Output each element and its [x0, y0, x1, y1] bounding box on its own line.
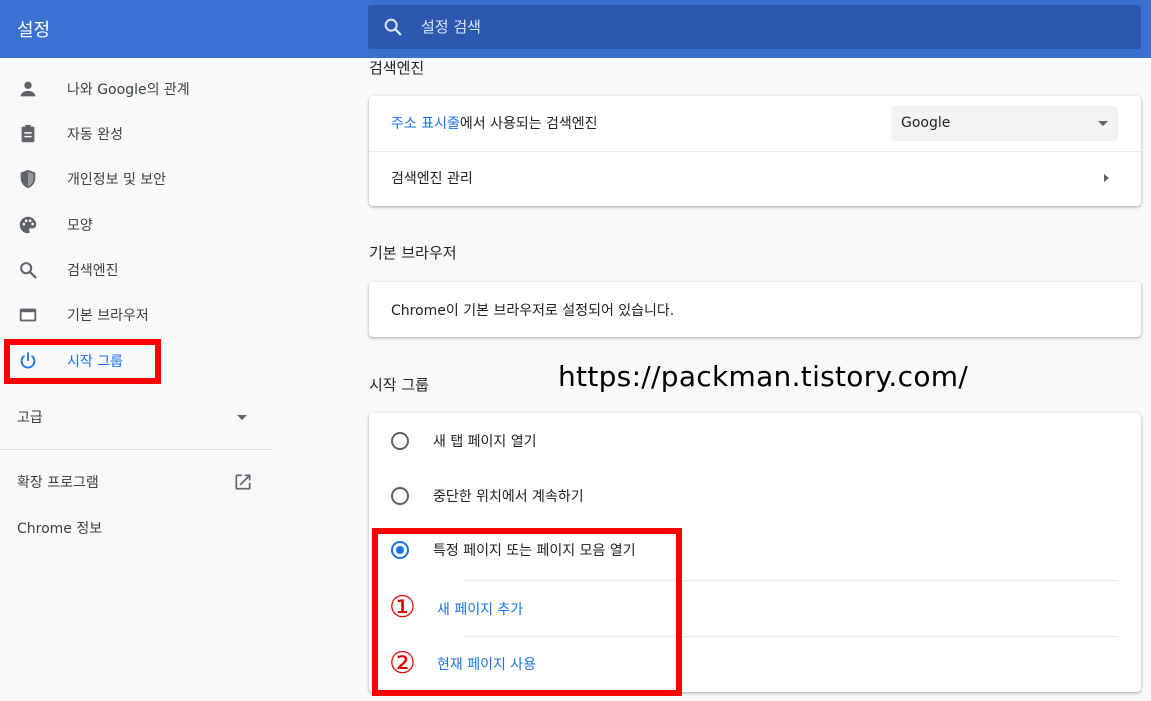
- manage-search-engines-label: 검색엔진 관리: [391, 171, 473, 187]
- top-app-bar: 설정 설정 검색: [0, 0, 1151, 58]
- person-icon: [17, 78, 39, 100]
- sidebar-item-label: 기본 브라우저: [67, 308, 149, 324]
- chevron-right-icon: [1104, 174, 1109, 182]
- sidebar-item-privacy[interactable]: 개인정보 및 보안: [0, 157, 273, 201]
- sidebar-item-label: 나와 Google의 관계: [67, 82, 190, 98]
- sidebar-advanced[interactable]: 고급: [17, 407, 43, 427]
- search-icon: [17, 259, 39, 281]
- browser-window-icon: [17, 304, 39, 326]
- section-title-search-engine: 검색엔진: [369, 59, 425, 77]
- search-icon: [384, 18, 402, 36]
- radio-label-new-tab[interactable]: 새 탭 페이지 열기: [433, 431, 537, 451]
- manage-search-engines-row[interactable]: 검색엔진 관리: [369, 151, 1141, 206]
- chevron-down-icon[interactable]: [237, 415, 247, 420]
- sidebar: 나와 Google의 관계 자동 완성 개인정보 및 보안 모양 검색엔진 기본…: [0, 58, 273, 701]
- default-browser-status: Chrome이 기본 브라우저로 설정되어 있습니다.: [391, 303, 675, 319]
- sidebar-item-search-engine[interactable]: 검색엔진: [0, 248, 273, 292]
- highlight-box-startup-nav: [4, 339, 161, 384]
- settings-search-box[interactable]: 설정 검색: [368, 5, 1141, 49]
- sidebar-item-label: 개인정보 및 보안: [67, 172, 167, 188]
- sidebar-extensions[interactable]: 확장 프로그램: [17, 472, 99, 492]
- palette-icon: [17, 214, 39, 236]
- sidebar-item-label: 모양: [67, 218, 93, 234]
- app-title: 설정: [17, 20, 51, 41]
- sidebar-about-chrome[interactable]: Chrome 정보: [17, 518, 102, 538]
- sidebar-item-you-and-google[interactable]: 나와 Google의 관계: [0, 67, 273, 111]
- sidebar-divider: [0, 449, 273, 450]
- sidebar-item-default-browser[interactable]: 기본 브라우저: [0, 293, 273, 337]
- section-title-on-startup: 시작 그룹: [369, 376, 429, 394]
- shield-icon: [17, 168, 39, 190]
- sidebar-item-appearance[interactable]: 모양: [0, 203, 273, 247]
- search-input[interactable]: 설정 검색: [421, 16, 481, 37]
- radio-label-continue[interactable]: 중단한 위치에서 계속하기: [433, 486, 584, 506]
- clipboard-icon: [17, 123, 39, 145]
- sidebar-item-label: 검색엔진: [67, 263, 119, 279]
- default-browser-card: Chrome이 기본 브라우저로 설정되어 있습니다.: [369, 282, 1141, 337]
- sidebar-item-autofill[interactable]: 자동 완성: [0, 112, 273, 156]
- open-in-new-icon[interactable]: [233, 472, 253, 492]
- dropdown-arrow-icon: [1098, 121, 1108, 126]
- address-bar-search-row: 주소 표시줄에서 사용되는 검색엔진 Google: [369, 96, 1141, 151]
- search-engine-select[interactable]: Google: [891, 106, 1118, 141]
- watermark-url: https://packman.tistory.com/: [558, 360, 969, 393]
- address-bar-search-label: 주소 표시줄에서 사용되는 검색엔진: [391, 113, 598, 133]
- search-engine-card: 주소 표시줄에서 사용되는 검색엔진 Google 검색엔진 관리: [369, 96, 1141, 206]
- highlight-box-specific-pages: [372, 528, 682, 696]
- search-engine-select-value: Google: [901, 115, 951, 131]
- radio-continue[interactable]: [391, 487, 409, 505]
- section-title-default-browser: 기본 브라우저: [369, 244, 457, 262]
- sidebar-item-label: 자동 완성: [67, 127, 123, 143]
- address-bar-link[interactable]: 주소 표시줄: [391, 116, 460, 132]
- address-bar-suffix: 에서 사용되는 검색엔진: [459, 116, 598, 132]
- radio-new-tab[interactable]: [391, 432, 409, 450]
